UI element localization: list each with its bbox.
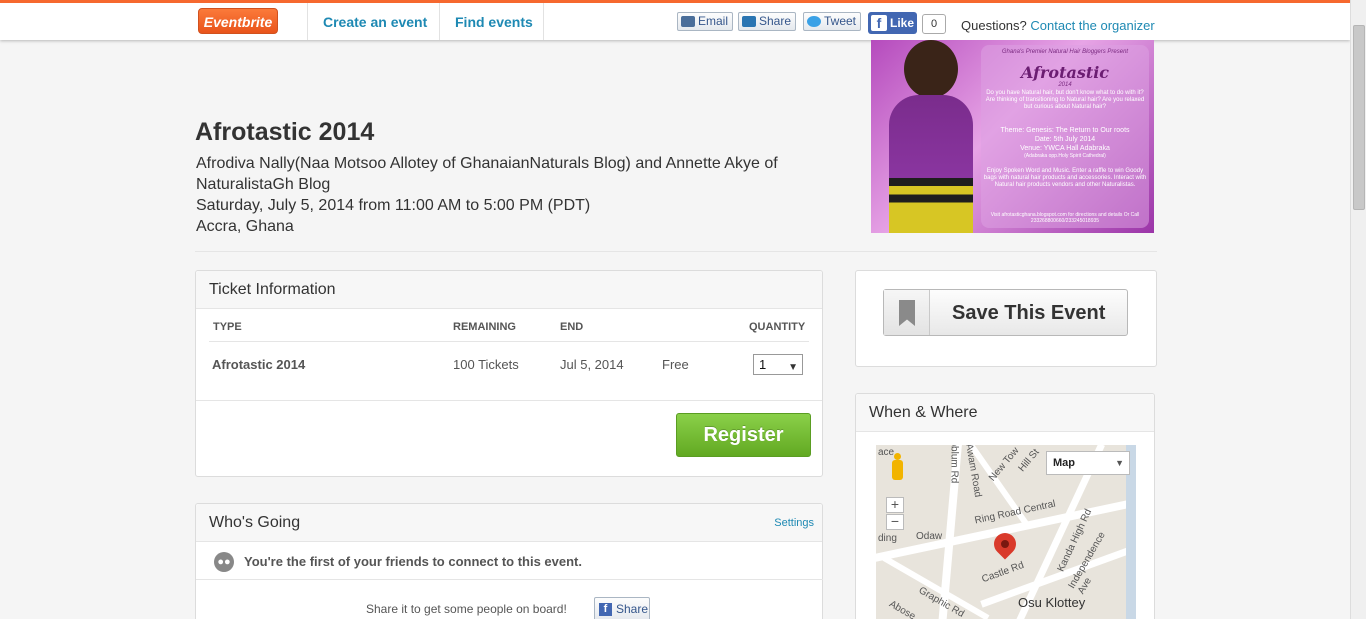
event-title: Afrotastic 2014 (195, 118, 375, 146)
email-share-label: Email (698, 14, 729, 28)
poster-model-dress (889, 95, 973, 233)
tweet-label: Tweet (824, 14, 857, 28)
chevron-down-icon: ▼ (1115, 458, 1124, 468)
zoom-out-button[interactable]: − (886, 514, 904, 530)
zoom-in-button[interactable]: + (886, 497, 904, 513)
facebook-like-count: 0 (922, 14, 946, 34)
street-view-pegman-icon[interactable] (890, 453, 904, 483)
create-event-link[interactable]: Create an event (323, 14, 427, 30)
ticket-remaining: 100 Tickets (453, 357, 519, 372)
eventbrite-logo[interactable]: Eventbrite (198, 8, 278, 34)
linkedin-share-button[interactable]: Share (738, 12, 797, 31)
quantity-select[interactable]: 1 ▼ (753, 354, 803, 375)
email-share-button[interactable]: Email (677, 12, 734, 31)
facebook-icon: f (599, 603, 612, 616)
ticket-information-heading: Ticket Information (196, 271, 822, 309)
friends-row: ●● You're the first of your friends to c… (196, 542, 823, 580)
when-where-heading: When & Where (856, 394, 1154, 432)
map-label: New Tow (987, 445, 1022, 484)
poster-date: Date: 5th July 2014 (1034, 136, 1096, 143)
event-location: Accra, Ghana (196, 218, 294, 235)
linkedin-icon (742, 16, 756, 27)
save-event-card: Save This Event (855, 270, 1157, 367)
facebook-icon: f (871, 15, 887, 31)
tweet-button[interactable]: Tweet (803, 12, 862, 31)
questions-label: Questions? (961, 18, 1027, 33)
map-label: Castle Rd (980, 559, 1026, 586)
poster-intro: Do you have Natural hair, but don't know… (985, 90, 1145, 110)
column-header-quantity: QUANTITY (749, 321, 806, 333)
map-label: Ibblum Rd (948, 445, 960, 484)
column-header-type: TYPE (213, 321, 242, 333)
poster-details: Enjoy Spoken Word and Music. Enter a raf… (983, 168, 1147, 188)
contact-organizer-link[interactable]: Contact the organizer (1030, 18, 1154, 33)
ticket-information-card: Ticket Information TYPE REMAINING END QU… (195, 270, 823, 477)
twitter-bird-icon (807, 16, 821, 27)
map-label: Abose (887, 598, 918, 619)
column-header-end: END (560, 321, 584, 333)
poster-theme: Theme: Genesis: The Return to Our roots (1000, 127, 1130, 134)
register-button[interactable]: Register (676, 413, 811, 457)
poster-year: 2014 (1058, 82, 1072, 88)
poster-model-head (904, 40, 958, 98)
friends-message: You're the first of your friends to conn… (244, 554, 582, 569)
facebook-like-button[interactable]: f Like (868, 12, 917, 34)
scrollbar-thumb[interactable] (1353, 25, 1365, 210)
poster-venue-note: (Adabraka opp.Holy Spirit Cathedral) (1024, 153, 1106, 159)
poster-venue: Venue: YWCA Hall Adabraka (1020, 145, 1110, 152)
facebook-share-label: Share (616, 602, 649, 616)
envelope-icon (681, 16, 695, 27)
ticket-type: Afrotastic 2014 (212, 357, 306, 372)
friends-icon: ●● (214, 552, 234, 572)
questions-contact: Questions? Contact the organizer (961, 18, 1155, 33)
table-header-divider (209, 341, 809, 342)
save-event-label: Save This Event (952, 302, 1106, 324)
nav-divider (307, 3, 308, 40)
map-type-value: Map (1053, 457, 1075, 469)
poster-footer: Visit afrotasticghana.blogspot.com for d… (990, 212, 1140, 224)
page-scrollbar[interactable] (1350, 0, 1366, 619)
nav-divider (543, 3, 544, 40)
when-where-card: When & Where ace Ibblum Rd Awam Road New… (855, 393, 1155, 619)
header-divider (195, 251, 1157, 252)
save-event-button[interactable]: Save This Event (883, 289, 1128, 336)
chevron-down-icon: ▼ (788, 362, 798, 373)
whos-going-title: Who's Going (209, 514, 301, 531)
settings-link[interactable]: Settings (774, 504, 814, 542)
facebook-share-button[interactable]: f Share (594, 597, 650, 619)
find-events-link[interactable]: Find events (455, 14, 533, 30)
poster-kicker: Ghana's Premier Natural Hair Bloggers Pr… (1001, 49, 1129, 55)
map-type-select[interactable]: Map ▼ (1046, 451, 1130, 475)
bookmark-icon (899, 300, 915, 326)
linkedin-share-label: Share (759, 14, 792, 28)
ticket-end-date: Jul 5, 2014 (560, 357, 624, 372)
event-organizer: Afrodiva Nally(Naa Motsoo Allotey of Gha… (196, 155, 778, 193)
quantity-value: 1 (759, 357, 767, 372)
map-label: Odaw (916, 531, 943, 542)
map-label: Osu Klottey (1018, 595, 1086, 610)
poster-title: Afrotastic (1020, 63, 1110, 82)
poster-model-figure (881, 40, 981, 233)
event-datetime: Saturday, July 5, 2014 from 11:00 AM to … (196, 197, 591, 214)
table-footer-divider (196, 400, 822, 401)
bookmark-icon-wrap (884, 290, 930, 335)
top-bar: Eventbrite Create an event Find events E… (0, 0, 1350, 40)
whos-going-card: Who's Going Settings ●● You're the first… (195, 503, 823, 619)
ticket-price: Free (662, 357, 689, 372)
map-label: ding (878, 533, 897, 544)
nav-divider (439, 3, 440, 40)
whos-going-heading: Who's Going Settings (196, 504, 822, 542)
facebook-like-label: Like (890, 16, 915, 30)
share-prompt: Share it to get some people on board! (366, 602, 567, 616)
location-map[interactable]: ace Ibblum Rd Awam Road New Tow Hill St … (876, 445, 1136, 619)
column-header-remaining: REMAINING (453, 321, 516, 333)
event-poster-image: Ghana's Premier Natural Hair Bloggers Pr… (871, 40, 1154, 233)
